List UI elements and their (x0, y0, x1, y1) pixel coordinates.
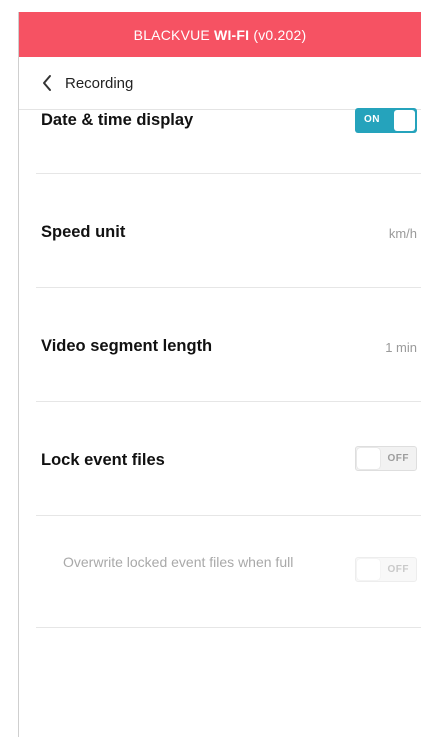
setting-row-video-segment[interactable]: Video segment length 1 min (19, 288, 421, 401)
speed-unit-value: km/h (388, 226, 417, 241)
lock-event-label: Lock event files (41, 451, 165, 469)
toggle-off-text: OFF (387, 564, 409, 575)
lock-event-toggle[interactable]: OFF (355, 446, 417, 471)
setting-row-overwrite-locked: Overwrite locked event files when full O… (19, 516, 421, 627)
divider (36, 627, 421, 628)
toggle-knob (394, 110, 415, 131)
speed-unit-label: Speed unit (41, 223, 126, 241)
chevron-left-icon[interactable] (33, 68, 61, 98)
video-segment-value: 1 min (385, 340, 417, 355)
video-segment-label: Video segment length (41, 337, 213, 355)
toggle-on-text: ON (364, 114, 380, 125)
overwrite-locked-toggle: OFF (355, 557, 417, 582)
toggle-off-text: OFF (387, 453, 409, 464)
toggle-knob (357, 448, 380, 469)
setting-row-speed-unit[interactable]: Speed unit km/h (19, 174, 421, 287)
app-wifi-label: WI-FI (214, 26, 250, 43)
page-title: Recording (65, 74, 134, 92)
setting-row-lock-event: Lock event files OFF (19, 402, 421, 515)
date-time-label: Date & time display (41, 111, 194, 129)
date-time-toggle[interactable]: ON (355, 108, 417, 133)
app-brand: BLACKVUE (133, 26, 210, 43)
overwrite-locked-label: Overwrite locked event files when full (63, 554, 294, 570)
setting-row-date-time: Date & time display ON (19, 108, 421, 173)
toggle-knob (357, 559, 380, 580)
app-header: BLACKVUE WI-FI (v0.202) (19, 12, 421, 57)
app-version: (v0.202) (253, 26, 307, 43)
navigation-bar: Recording (19, 57, 421, 110)
